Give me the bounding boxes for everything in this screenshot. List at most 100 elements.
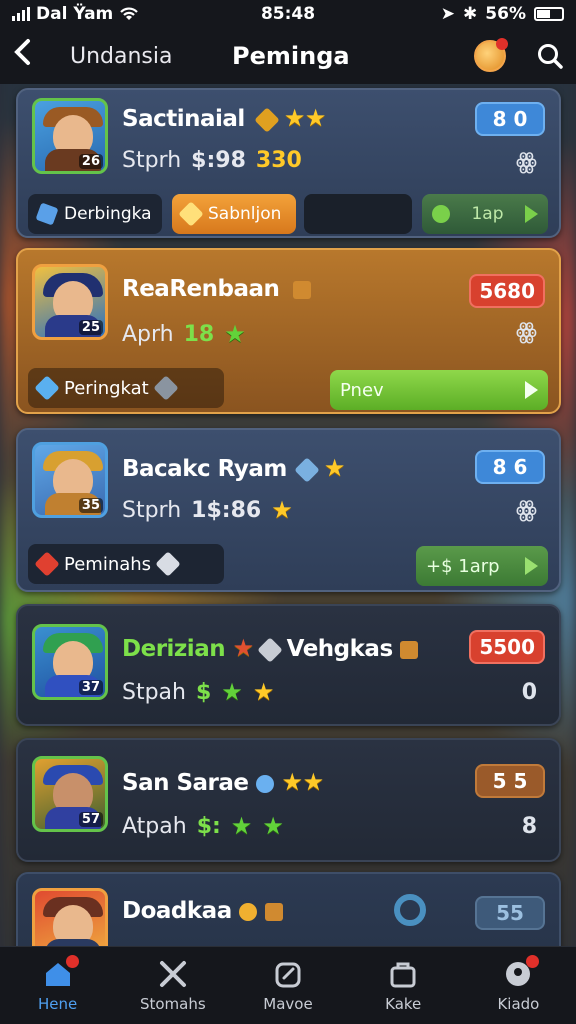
action-button[interactable]: Peminahs xyxy=(28,544,224,584)
player-name: Bacakc Ryam ★ xyxy=(122,454,346,483)
nav-item-home[interactable]: Hene xyxy=(0,947,115,1024)
edit-icon xyxy=(273,959,303,989)
more-icon[interactable]: ꙮ xyxy=(516,320,537,345)
wifi-icon xyxy=(120,7,139,20)
star-icon: ★ xyxy=(230,812,253,840)
player-stat: Stprh $:98 330 xyxy=(122,148,302,173)
notification-dot xyxy=(496,38,508,50)
play-button[interactable]: +$ 1arp xyxy=(416,546,548,586)
player-stat: Stpah $ ★ ★ xyxy=(122,678,275,706)
more-icon[interactable]: ꙮ xyxy=(516,150,537,175)
chest-icon xyxy=(254,106,281,133)
action-button[interactable]: Derbingka xyxy=(28,194,162,234)
gem-icon xyxy=(178,201,204,227)
level-badge: 35 xyxy=(78,498,103,513)
back-button[interactable] xyxy=(12,38,42,74)
profile-avatar-button[interactable] xyxy=(474,38,508,72)
star-icon: ★ xyxy=(281,768,304,796)
rank-badge: 55 xyxy=(475,896,545,930)
player-stat: Stprh 1$:86 ★ xyxy=(122,496,293,524)
chest-icon xyxy=(400,640,419,659)
player-name: Sactinaial ★★ xyxy=(122,104,327,133)
character-portrait: 57 xyxy=(32,756,108,832)
signal-icon xyxy=(12,7,30,21)
status-bar: Dal Ÿam 85:48 ➤ ✱ 56% xyxy=(0,0,576,28)
heart-icon xyxy=(34,551,60,577)
list-item[interactable]: 57 San Sarae ★★ Atpah $: ★ ★ 5 5 8 xyxy=(16,738,561,862)
character-portrait: 35 xyxy=(32,442,108,518)
rank-badge: 5 5 xyxy=(475,764,545,798)
list-item[interactable]: 25 ReaRenbaan Aprh 18 ★ 5680 ꙮ Peringkat… xyxy=(16,248,561,414)
chest-icon xyxy=(264,902,283,921)
coin-icon xyxy=(239,902,258,921)
chevron-left-icon xyxy=(14,39,30,65)
more-icon[interactable]: ꙮ xyxy=(516,498,537,523)
empty-slot[interactable] xyxy=(304,194,412,234)
score-value: 8 xyxy=(521,814,537,839)
list-item[interactable]: 26 Sactinaial ★★ Stprh $:98 330 8 0 ꙮ De… xyxy=(16,88,561,238)
player-name: San Sarae ★★ xyxy=(122,768,324,796)
header-subtitle[interactable]: Undansia xyxy=(70,44,210,69)
star-icon: ★ xyxy=(262,812,284,840)
action-button[interactable]: Peringkat xyxy=(28,368,224,408)
location-icon: ➤ xyxy=(440,4,456,24)
nav-label: Kake xyxy=(385,994,422,1013)
character-portrait: 26 xyxy=(32,98,108,174)
player-name: Doadkaa xyxy=(122,898,283,924)
nav-item-kake[interactable]: Kake xyxy=(346,947,461,1024)
star-icon: ★ xyxy=(224,320,246,348)
level-badge: 26 xyxy=(78,154,103,169)
clock: 85:48 xyxy=(260,4,316,24)
star-icon: ★ xyxy=(302,768,325,796)
player-stat: Aprh 18 ★ xyxy=(122,320,246,348)
nav-label: Hene xyxy=(37,994,78,1013)
player-name: ReaRenbaan xyxy=(122,276,311,302)
search-button[interactable] xyxy=(536,42,564,70)
list-item[interactable]: 37 Derizian ★ Vehgkas Stpah $ ★ ★ 5500 0 xyxy=(16,604,561,726)
action-button-primary[interactable]: Sabnljon xyxy=(172,194,296,234)
app-header: Undansia Peminga xyxy=(0,28,576,84)
bag-icon xyxy=(388,959,418,989)
nav-item-stomahs[interactable]: Stomahs xyxy=(115,947,230,1024)
list-item[interactable]: 35 Bacakc Ryam ★ Stprh 1$:86 ★ 8 6 ꙮ Pem… xyxy=(16,428,561,592)
rank-badge: 8 6 xyxy=(475,450,545,484)
cube-icon xyxy=(294,456,321,483)
battery-label: 56% xyxy=(485,4,526,24)
play-button[interactable]: 1ap xyxy=(422,194,548,234)
cube-icon xyxy=(155,551,181,577)
nav-label: Stomahs xyxy=(139,994,206,1013)
carrier-label: Dal Ÿam xyxy=(36,4,114,24)
star-icon: ★ xyxy=(232,634,255,662)
nav-item-mavoe[interactable]: Mavoe xyxy=(230,947,345,1024)
nav-item-kiado[interactable]: Kiado xyxy=(461,947,576,1024)
cube-icon xyxy=(257,636,283,663)
bluetooth-icon: ✱ xyxy=(463,4,478,24)
score-value: 0 xyxy=(521,680,537,705)
play-button[interactable]: Pnev xyxy=(330,370,548,410)
star-icon: ★ xyxy=(323,454,346,482)
ranking-list[interactable]: 26 Sactinaial ★★ Stprh $:98 330 8 0 ꙮ De… xyxy=(0,84,576,946)
rank-badge: 8 0 xyxy=(475,102,545,136)
star-icon: ★ xyxy=(221,678,243,706)
search-icon xyxy=(538,44,563,69)
character-portrait: 25 xyxy=(32,264,108,340)
list-item[interactable]: Doadkaa 55 xyxy=(16,872,561,946)
star-icon: ★ xyxy=(304,104,327,132)
play-icon xyxy=(525,381,538,399)
nav-label: Kiado xyxy=(497,994,540,1013)
character-portrait: 37 xyxy=(32,624,108,700)
star-icon: ★ xyxy=(252,678,275,706)
player-stat: Atpah $: ★ ★ xyxy=(122,812,284,840)
player-name: Derizian ★ Vehgkas xyxy=(122,634,419,663)
character-portrait xyxy=(32,888,108,946)
swords-icon xyxy=(158,959,188,989)
star-icon: ★ xyxy=(283,104,306,132)
location-pin-icon[interactable] xyxy=(394,894,426,926)
cube-icon xyxy=(35,202,59,226)
level-badge: 37 xyxy=(78,680,103,695)
bottom-nav: Hene Stomahs Mavoe Kake Kiado xyxy=(0,946,576,1024)
coin-icon xyxy=(432,205,450,223)
rank-badge: 5500 xyxy=(469,630,545,664)
profile-icon xyxy=(503,954,540,989)
home-icon xyxy=(43,954,79,989)
